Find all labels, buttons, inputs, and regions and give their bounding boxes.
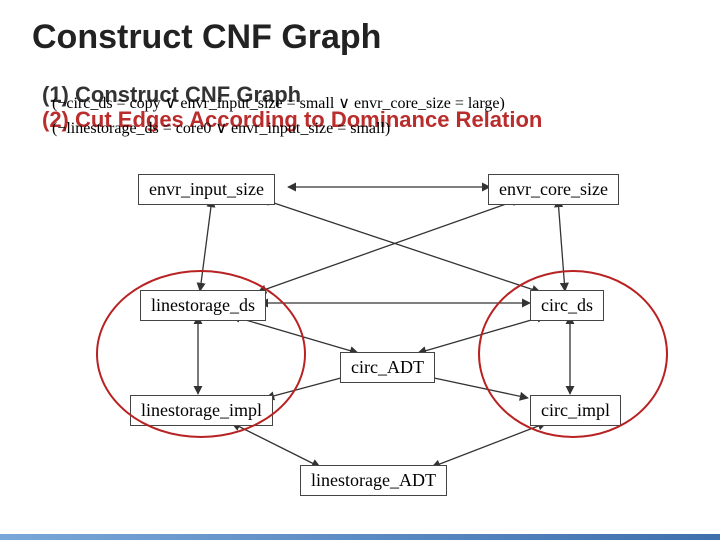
node-envr-core-size: envr_core_size bbox=[488, 174, 619, 205]
clause-2: (¬linestorage_ds = core0 ∨ envr_input_si… bbox=[52, 118, 390, 138]
node-linestorage-adt: linestorage_ADT bbox=[300, 465, 447, 496]
page-title: Construct CNF Graph bbox=[32, 18, 381, 57]
node-circ-ds: circ_ds bbox=[530, 290, 604, 321]
clause-1: (¬circ_ds = copy ∨ envr_input_size = sma… bbox=[52, 93, 505, 113]
node-linestorage-impl: linestorage_impl bbox=[130, 395, 273, 426]
graph-edges bbox=[0, 0, 720, 540]
node-circ-impl: circ_impl bbox=[530, 395, 621, 426]
node-circ-adt: circ_ADT bbox=[340, 352, 435, 383]
node-envr-input-size: envr_input_size bbox=[138, 174, 275, 205]
node-linestorage-ds: linestorage_ds bbox=[140, 290, 266, 321]
footer-accent bbox=[0, 534, 720, 540]
